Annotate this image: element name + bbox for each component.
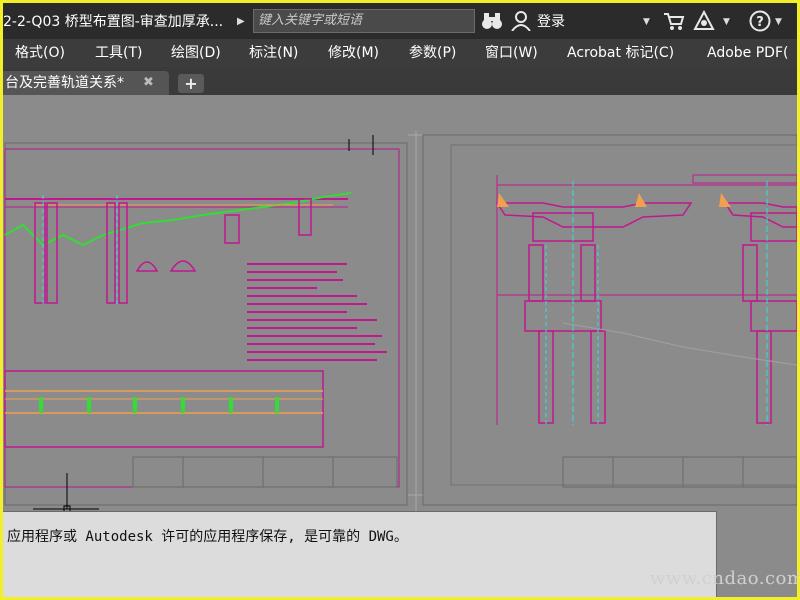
menu-tools[interactable]: 工具(T) xyxy=(95,39,142,67)
document-tab-bar: 台及完善轨道关系* ✖ + xyxy=(3,67,797,95)
command-line-text: 应用程序或 Autodesk 许可的应用程序保存, 是可靠的 DWG。 xyxy=(7,529,408,545)
command-line-history: 应用程序或 Autodesk 许可的应用程序保存, 是可靠的 DWG。 xyxy=(3,511,717,597)
right-drawing-sheet xyxy=(422,134,797,506)
menu-parameters[interactable]: 参数(P) xyxy=(409,39,456,67)
chevron-down-icon[interactable]: ▼ xyxy=(775,11,782,33)
document-title: 2-2-Q03 桥型布置图-审查加厚承... xyxy=(3,14,224,30)
menu-modify[interactable]: 修改(M) xyxy=(328,39,379,67)
menu-acrobat-markup[interactable]: Acrobat 标记(C) xyxy=(567,39,674,67)
title-bar: 2-2-Q03 桥型布置图-审查加厚承... ▶ 键入关键字或短语 登录 ▼ ▼ xyxy=(3,3,797,39)
binoculars-icon[interactable] xyxy=(481,11,503,31)
menu-window[interactable]: 窗口(W) xyxy=(485,39,538,67)
menu-format[interactable]: 格式(O) xyxy=(15,39,65,67)
autodesk-a360-icon[interactable] xyxy=(693,10,715,32)
help-icon[interactable]: ? xyxy=(749,10,771,32)
application-window: 2-2-Q03 桥型布置图-审查加厚承... ▶ 键入关键字或短语 登录 ▼ ▼ xyxy=(3,3,797,597)
menu-draw[interactable]: 绘图(D) xyxy=(171,39,221,67)
tab-document[interactable]: 台及完善轨道关系* ✖ xyxy=(3,71,169,95)
search-input[interactable]: 键入关键字或短语 xyxy=(253,9,475,33)
cart-icon[interactable] xyxy=(663,11,685,31)
menu-adobe-pdf[interactable]: Adobe PDF( xyxy=(707,39,788,67)
menu-bar: 格式(O) 工具(T) 绘图(D) 标注(N) 修改(M) 参数(P) 窗口(W… xyxy=(3,39,797,67)
chevron-down-icon[interactable]: ▼ xyxy=(723,11,730,33)
expand-arrow-icon[interactable]: ▶ xyxy=(237,11,249,33)
new-tab-button[interactable]: + xyxy=(178,74,204,93)
cad-drawing xyxy=(4,131,797,511)
watermark-text: www.cndao.com xyxy=(650,568,800,589)
tab-label: 台及完善轨道关系* xyxy=(5,75,124,91)
login-label[interactable]: 登录 xyxy=(537,11,565,33)
svg-text:?: ? xyxy=(756,15,764,30)
chevron-down-icon[interactable]: ▼ xyxy=(643,11,650,33)
close-icon[interactable]: ✖ xyxy=(143,71,154,95)
left-drawing-sheet xyxy=(4,135,408,511)
menu-dimension[interactable]: 标注(N) xyxy=(249,39,298,67)
drawing-canvas[interactable] xyxy=(3,95,797,511)
user-icon[interactable] xyxy=(511,11,531,31)
